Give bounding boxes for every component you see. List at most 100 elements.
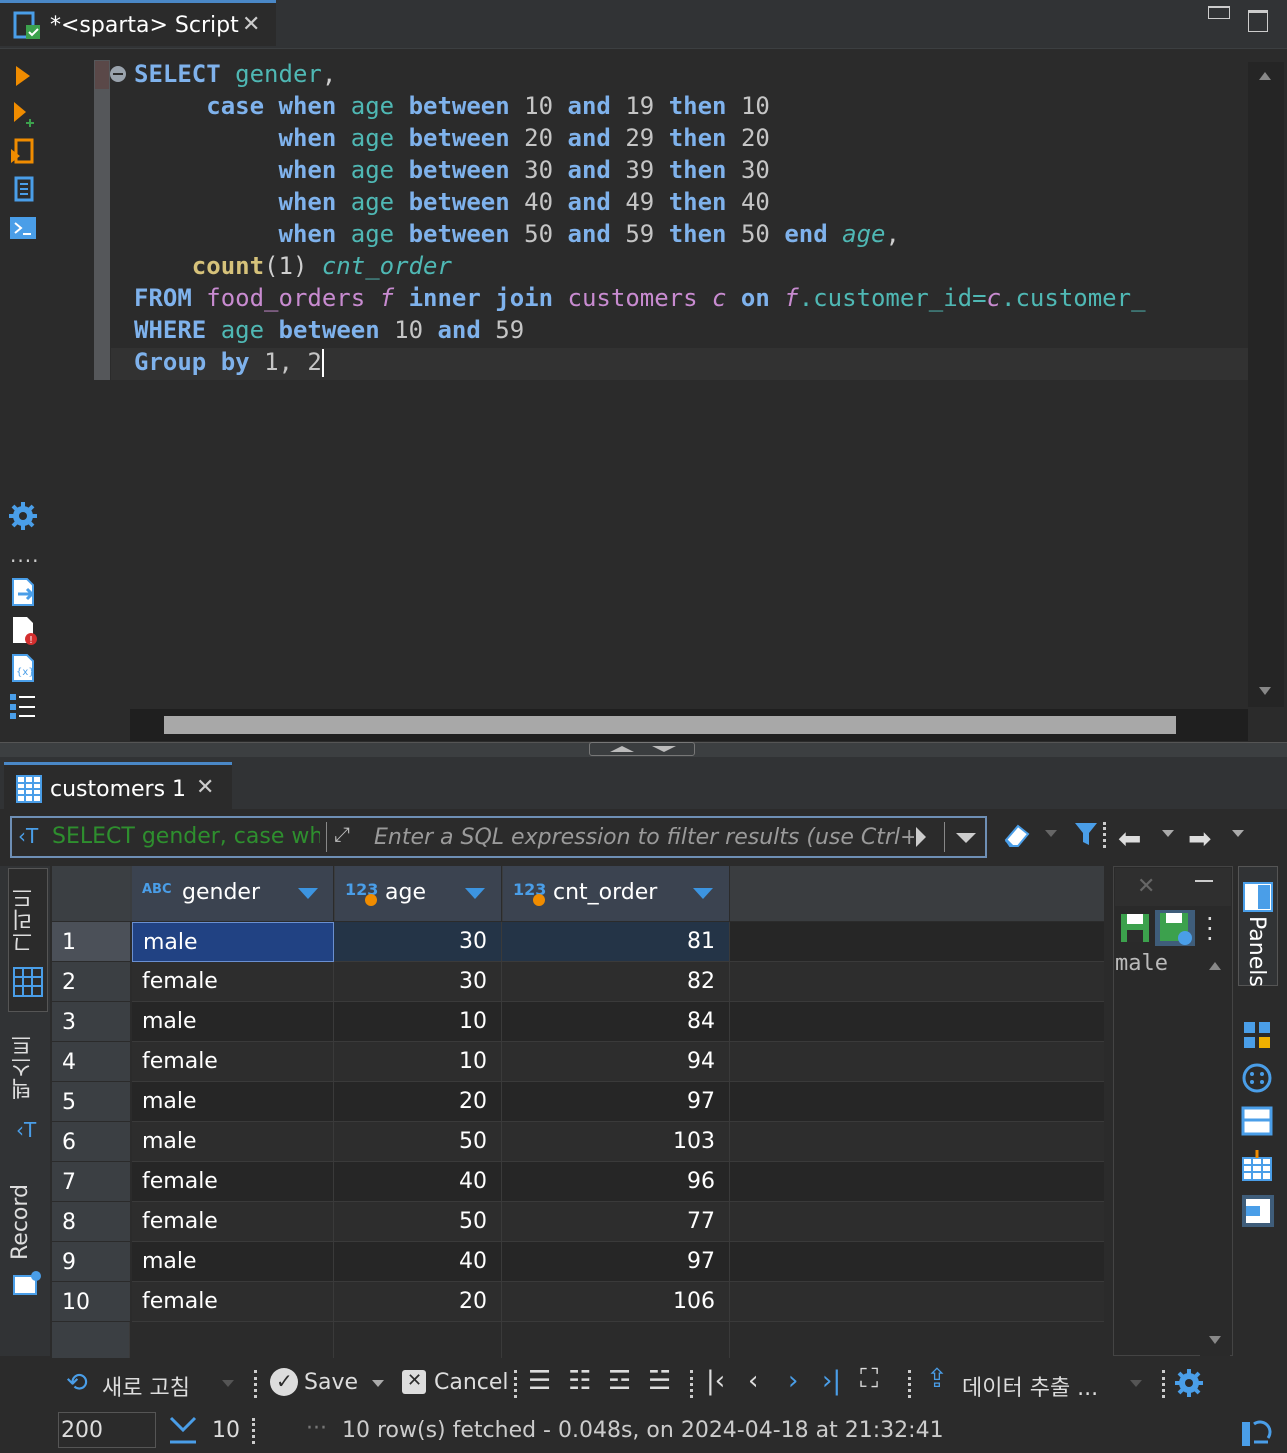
minimize-icon[interactable]: [1208, 6, 1230, 19]
cell-gender[interactable]: female: [132, 962, 334, 1002]
max-rows-input[interactable]: [58, 1412, 156, 1448]
settings-gear-icon[interactable]: [1174, 1368, 1204, 1398]
export-file-icon[interactable]: [8, 577, 38, 607]
dropdown-icon[interactable]: [1232, 830, 1244, 837]
cell-age[interactable]: 30: [334, 922, 502, 962]
fetch-next-icon[interactable]: [168, 1414, 198, 1446]
execute-statement-icon[interactable]: [8, 61, 38, 91]
dropdown-icon[interactable]: [222, 1380, 234, 1387]
auto-save-value-icon[interactable]: [1155, 910, 1195, 946]
scroll-up-icon[interactable]: [1259, 72, 1271, 80]
row-number[interactable]: 2: [52, 962, 130, 1002]
cell-gender[interactable]: male: [132, 922, 334, 962]
cancel-button[interactable]: Cancel: [434, 1370, 509, 1395]
save-button[interactable]: Save: [304, 1370, 358, 1395]
variables-icon[interactable]: {x}: [8, 653, 38, 683]
more-menu-icon[interactable]: · · ·: [1206, 907, 1214, 951]
sort-dropdown-icon[interactable]: [693, 888, 713, 899]
row-number[interactable]: 1: [52, 922, 130, 962]
row-number[interactable]: 9: [52, 1242, 130, 1282]
column-header-cnt-order[interactable]: 123 cnt_order: [503, 866, 730, 921]
cell-age[interactable]: 50: [334, 1202, 502, 1242]
arrow-right-icon[interactable]: ➡: [1188, 822, 1211, 855]
grid-corner[interactable]: [52, 866, 130, 921]
row-number[interactable]: 4: [52, 1042, 130, 1082]
grouping-icon[interactable]: [1241, 1106, 1273, 1136]
minimize-icon[interactable]: [1195, 880, 1213, 882]
filter-history-dropdown-icon[interactable]: [956, 833, 976, 843]
eraser-icon[interactable]: [1002, 820, 1034, 850]
dropdown-icon[interactable]: [372, 1380, 384, 1387]
problem-file-icon[interactable]: !: [8, 615, 38, 645]
scroll-up-icon[interactable]: [1209, 962, 1221, 970]
dropdown-icon[interactable]: [1045, 830, 1057, 837]
dropdown-icon[interactable]: [1162, 830, 1174, 837]
insert-row-icon[interactable]: [1241, 1150, 1273, 1182]
cell-gender[interactable]: male: [132, 1002, 334, 1042]
cell-cnt-order[interactable]: 94: [502, 1042, 730, 1082]
presentation-icon[interactable]: [1241, 1194, 1275, 1228]
expand-editor-icon[interactable]: ⤢: [334, 822, 350, 846]
cell-cnt-order[interactable]: 82: [502, 962, 730, 1002]
cell-age[interactable]: 30: [334, 962, 502, 1002]
copy-row-icon[interactable]: ☲: [608, 1366, 631, 1396]
row-number[interactable]: 5: [52, 1082, 130, 1122]
scroll-down-icon[interactable]: [1209, 1336, 1221, 1344]
chevron-down-icon[interactable]: [652, 746, 676, 752]
cell-cnt-order[interactable]: 106: [502, 1282, 730, 1322]
cell-age[interactable]: 20: [334, 1282, 502, 1322]
next-page-icon[interactable]: ›: [788, 1366, 798, 1396]
execute-script-icon[interactable]: [8, 137, 38, 167]
close-icon[interactable]: ✕: [1137, 874, 1155, 899]
row-number[interactable]: 6: [52, 1122, 130, 1162]
cell-cnt-order[interactable]: 97: [502, 1082, 730, 1122]
vtab-text[interactable]: 텍스트 ‹T: [8, 1030, 48, 1154]
arrow-left-icon[interactable]: ⬅: [1118, 822, 1141, 855]
filter-bar[interactable]: ‹T SELECT gender, case whe ⤢: [10, 816, 987, 858]
close-icon[interactable]: ✕: [196, 775, 214, 800]
calculator-icon[interactable]: [1241, 1062, 1273, 1094]
cell-cnt-order[interactable]: 84: [502, 1002, 730, 1042]
chevron-up-icon[interactable]: [610, 746, 634, 752]
apply-filter-icon[interactable]: [916, 827, 926, 847]
vtab-grid[interactable]: 그리드: [8, 868, 48, 1012]
cell-gender[interactable]: female: [132, 1042, 334, 1082]
panel-scrollbar[interactable]: [1200, 950, 1230, 1356]
add-row-icon[interactable]: ☷: [568, 1366, 591, 1396]
cell-cnt-order[interactable]: 81: [502, 922, 730, 962]
row-number[interactable]: 8: [52, 1202, 130, 1242]
metadata-icon[interactable]: [1242, 1020, 1272, 1050]
cell-gender[interactable]: female: [132, 1162, 334, 1202]
execute-in-new-tab-icon[interactable]: [8, 99, 38, 129]
cell-age[interactable]: 10: [334, 1002, 502, 1042]
cell-gender[interactable]: male: [132, 1242, 334, 1282]
cell-age[interactable]: 40: [334, 1162, 502, 1202]
delete-row-icon[interactable]: ☱: [648, 1366, 671, 1396]
panel-value[interactable]: male: [1115, 951, 1168, 976]
edit-row-icon[interactable]: ☰: [528, 1366, 551, 1396]
filter-funnel-icon[interactable]: [1073, 820, 1101, 850]
splitter-handle[interactable]: [589, 742, 695, 756]
cell-gender[interactable]: male: [132, 1082, 334, 1122]
last-page-icon[interactable]: ›|: [822, 1366, 841, 1396]
horizontal-scroll-thumb[interactable]: [164, 716, 1176, 734]
more-dots-icon[interactable]: ····: [10, 549, 39, 573]
first-page-icon[interactable]: |‹: [706, 1366, 725, 1396]
settings-gear-icon[interactable]: [8, 501, 38, 531]
results-tab-customers[interactable]: customers 1 ✕: [4, 762, 232, 809]
previous-page-icon[interactable]: ‹: [748, 1366, 758, 1396]
editor-vertical-scrollbar[interactable]: [1248, 62, 1284, 707]
row-number[interactable]: 7: [52, 1162, 130, 1202]
fold-collapse-icon[interactable]: [110, 66, 126, 82]
column-header-gender[interactable]: ABC gender: [132, 866, 334, 921]
export-data-button[interactable]: 데이터 추출 ...: [962, 1370, 1098, 1402]
cell-age[interactable]: 20: [334, 1082, 502, 1122]
column-header-age[interactable]: 123 age: [335, 866, 502, 921]
maximize-icon[interactable]: [1248, 10, 1268, 32]
panel-layout-icon[interactable]: [1240, 1416, 1272, 1448]
cell-gender[interactable]: male: [132, 1122, 334, 1162]
cell-gender[interactable]: female: [132, 1282, 334, 1322]
row-number[interactable]: 10: [52, 1282, 130, 1322]
outline-icon[interactable]: [8, 691, 38, 721]
fetch-all-icon[interactable]: ⛶: [860, 1364, 878, 1395]
